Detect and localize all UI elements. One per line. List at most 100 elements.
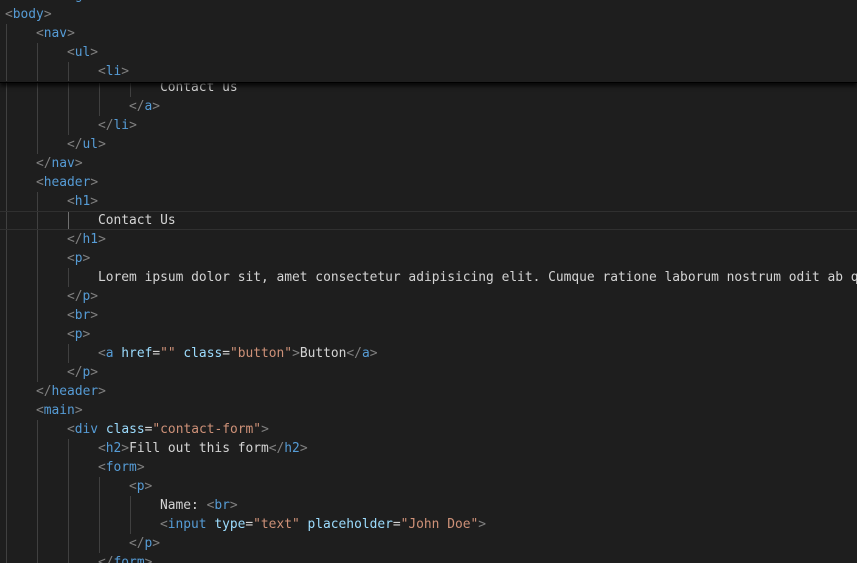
code-token: "button" [229,346,293,361]
line-content: <input type="text" placeholder="John Doe… [160,515,486,534]
code-line[interactable]: </nav> [0,154,857,173]
line-content: <li> [98,62,129,81]
code-token: > [299,441,308,456]
code-line[interactable]: <p> [0,249,857,268]
code-token: class [183,346,223,361]
code-line[interactable]: </form> [0,553,857,563]
code-line[interactable]: <header> [0,173,857,192]
code-token: ul [74,45,91,60]
sticky-scroll-header[interactable]: <html lang="en"><body><nav><ul><li> [0,0,857,83]
code-token: nav [43,26,68,41]
indent-guide [6,496,7,515]
indent-guide [6,154,7,173]
code-line[interactable]: <input type="text" placeholder="John Doe… [0,515,857,534]
code-line[interactable]: <a href="" class="button">Button</a> [0,344,857,363]
code-token: h2 [105,441,122,456]
code-line[interactable]: </header> [0,382,857,401]
code-line[interactable]: <div class="contact-form"> [0,420,857,439]
code-line[interactable]: <ul> [0,43,857,62]
code-line[interactable]: </a> [0,97,857,116]
indent-guide [37,306,38,325]
code-token: < [98,441,106,456]
indent-guide [37,439,38,458]
code-token: > [369,346,378,361]
line-content: </header> [36,382,106,401]
line-content: </ul> [67,135,106,154]
indent-guide [6,135,7,154]
code-line[interactable]: <br> [0,306,857,325]
code-token: Name: [160,498,207,513]
code-line[interactable]: Name: <br> [0,496,857,515]
code-token: = [392,517,401,532]
code-token: > [74,403,83,418]
indent-guide [37,212,38,229]
code-line[interactable]: Contact Us [0,211,857,230]
indent-guide [37,458,38,477]
indent-guide [68,97,69,116]
line-content: <p> [67,249,90,268]
code-token: body [12,7,44,22]
code-token: > [261,422,269,437]
code-token: br [74,308,91,323]
code-token: form [113,555,145,563]
code-token: < [36,403,44,418]
indent-guide [6,553,7,563]
code-token: main [43,403,75,418]
code-line[interactable]: <h1> [0,192,857,211]
code-token: ul [82,137,99,152]
indent-guide [6,212,7,229]
code-line[interactable]: </p> [0,534,857,553]
code-token: = [222,346,230,361]
code-token: > [229,498,238,513]
line-content: </form> [98,553,152,563]
code-token: type [214,517,246,532]
code-token: br [214,498,230,513]
indent-guide [68,477,69,496]
code-token: h1 [74,194,91,209]
code-token: > [292,346,300,361]
code-line[interactable]: <p> [0,325,857,344]
code-token: < [67,251,75,266]
line-content: <h2>Fill out this form</h2> [98,439,308,458]
indent-guide [99,477,100,496]
code-line[interactable]: <h2>Fill out this form</h2> [0,439,857,458]
code-token: header [43,175,91,190]
code-line[interactable]: <main> [0,401,857,420]
code-line[interactable]: </p> [0,287,857,306]
indent-guide [37,363,38,382]
code-token: > [144,555,153,563]
code-line[interactable]: Lorem ipsum dolor sit, amet consectetur … [0,268,857,287]
code-token: </ [67,365,83,380]
code-editor[interactable]: Contact us </a> </li> </ul> </nav> <header> <h… [0,0,857,563]
indent-guide [6,382,7,401]
code-token: < [36,175,44,190]
indent-guide [6,230,7,249]
line-content: <nav> [36,24,75,43]
code-token: < [67,422,75,437]
indent-guide [68,553,69,563]
code-token: "contact-form" [152,422,262,437]
code-token: li [105,64,122,79]
code-line[interactable]: <body> [0,5,857,24]
code-line[interactable]: </ul> [0,135,857,154]
code-line[interactable]: </li> [0,116,857,135]
code-token: li [113,118,130,133]
code-line[interactable]: <form> [0,458,857,477]
code-line[interactable]: </h1> [0,230,857,249]
code-line[interactable]: <nav> [0,24,857,43]
code-token: Lorem ipsum dolor sit, amet consectetur … [98,270,857,285]
code-line[interactable]: </p> [0,363,857,382]
code-token: < [67,308,75,323]
indent-guide [6,173,7,192]
code-token: > [67,26,75,41]
code-token: < [98,460,106,475]
indent-guide [68,268,69,287]
code-token: = [245,517,254,532]
code-token: < [160,517,168,532]
line-content: <h1> [67,192,98,211]
code-line[interactable]: <li> [0,62,857,81]
line-content: </p> [129,534,160,553]
code-token: > [74,156,83,171]
code-line[interactable]: <p> [0,477,857,496]
code-token: </ [67,137,83,152]
